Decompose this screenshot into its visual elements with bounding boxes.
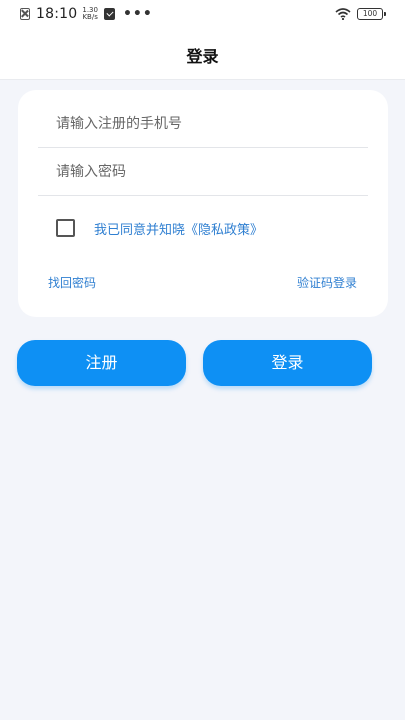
- privacy-agree-row: 我已同意并知晓《隐私政策》: [56, 218, 263, 238]
- forgot-password-link[interactable]: 找回密码: [48, 274, 96, 291]
- battery-icon: 100: [357, 8, 386, 20]
- close-box-icon: [20, 8, 30, 20]
- phone-field: [38, 100, 368, 148]
- phone-input[interactable]: [56, 112, 356, 136]
- sms-login-link[interactable]: 验证码登录: [297, 274, 357, 291]
- status-time: 18:10: [36, 6, 78, 22]
- register-button[interactable]: 注册: [17, 340, 186, 386]
- privacy-agree-text: 我已同意并知晓《隐私政策》: [94, 219, 263, 238]
- more-dots-icon: •••: [122, 6, 153, 22]
- privacy-agree-label: 我已同意并知晓: [94, 222, 186, 238]
- login-button[interactable]: 登录: [203, 340, 372, 386]
- app-header: 登录: [0, 28, 405, 80]
- network-speed-unit: KB/s: [82, 13, 98, 21]
- login-form-card: 我已同意并知晓《隐私政策》 找回密码 验证码登录: [18, 90, 388, 317]
- privacy-policy-link[interactable]: 《隐私政策》: [185, 223, 263, 238]
- password-field: [38, 148, 368, 196]
- status-left: 18:10 1.30 KB/s •••: [20, 6, 153, 22]
- network-speed: 1.30 KB/s: [82, 7, 98, 21]
- privacy-agree-checkbox[interactable]: [56, 219, 75, 237]
- check-shield-icon: [103, 8, 115, 20]
- status-right: 100: [335, 6, 386, 22]
- page-title: 登录: [186, 47, 219, 66]
- status-bar: 18:10 1.30 KB/s ••• 100: [0, 0, 405, 28]
- wifi-icon: [335, 8, 351, 20]
- password-input[interactable]: [56, 160, 356, 184]
